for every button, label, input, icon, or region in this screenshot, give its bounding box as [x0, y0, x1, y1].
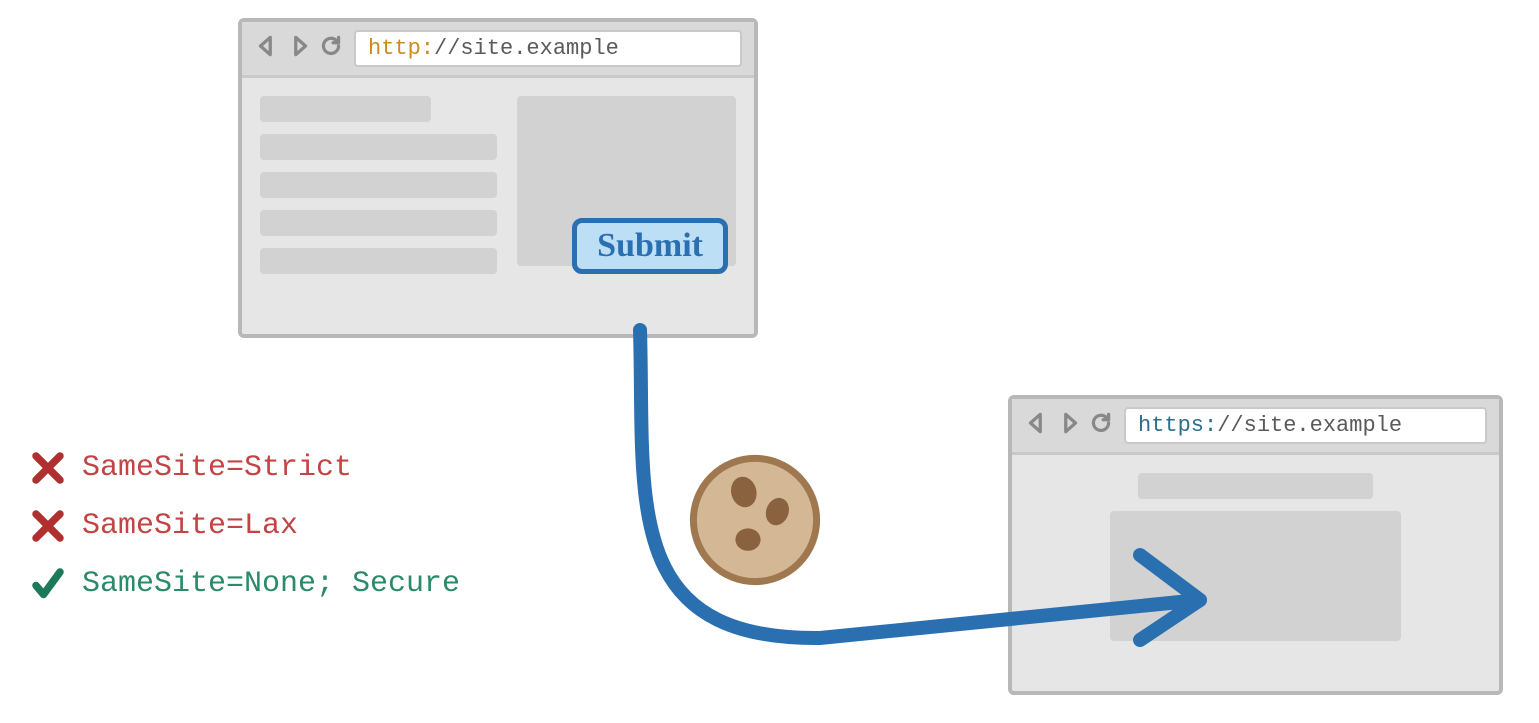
content-col	[260, 96, 497, 274]
cookie-icon	[685, 450, 825, 595]
browser-window-target: https://site.example	[1008, 395, 1503, 695]
rule-label: SameSite=None; Secure	[82, 567, 460, 601]
nav-icons	[254, 33, 344, 64]
back-icon	[1024, 410, 1050, 441]
check-icon	[30, 566, 66, 602]
rule-none-secure: SameSite=None; Secure	[30, 566, 460, 602]
url-scheme: https:	[1138, 413, 1217, 438]
browser-window-source: http://site.example Submit	[238, 18, 758, 338]
content-block	[1110, 511, 1400, 641]
cross-icon	[30, 450, 66, 486]
forward-icon	[286, 33, 312, 64]
browser-toolbar: http://site.example	[242, 22, 754, 78]
text-line	[260, 96, 431, 122]
forward-icon	[1056, 410, 1082, 441]
samesite-rules: SameSite=Strict SameSite=Lax SameSite=No…	[30, 450, 460, 602]
reload-icon	[318, 33, 344, 64]
url-scheme: http:	[368, 36, 434, 61]
cross-icon	[30, 508, 66, 544]
rule-label: SameSite=Strict	[82, 451, 352, 485]
browser-body	[1012, 455, 1499, 671]
url-path: //site.example	[434, 36, 619, 61]
url-bar: https://site.example	[1124, 407, 1487, 444]
text-line	[260, 134, 497, 160]
rule-strict: SameSite=Strict	[30, 450, 460, 486]
text-line	[260, 210, 497, 236]
nav-icons	[1024, 410, 1114, 441]
url-path: //site.example	[1217, 413, 1402, 438]
text-line	[1138, 473, 1373, 499]
text-line	[260, 172, 497, 198]
browser-toolbar: https://site.example	[1012, 399, 1499, 455]
reload-icon	[1088, 410, 1114, 441]
text-line	[260, 248, 497, 274]
rule-lax: SameSite=Lax	[30, 508, 460, 544]
submit-button[interactable]: Submit	[572, 218, 728, 274]
rule-label: SameSite=Lax	[82, 509, 298, 543]
url-bar: http://site.example	[354, 30, 742, 67]
back-icon	[254, 33, 280, 64]
browser-body: Submit	[242, 78, 754, 292]
